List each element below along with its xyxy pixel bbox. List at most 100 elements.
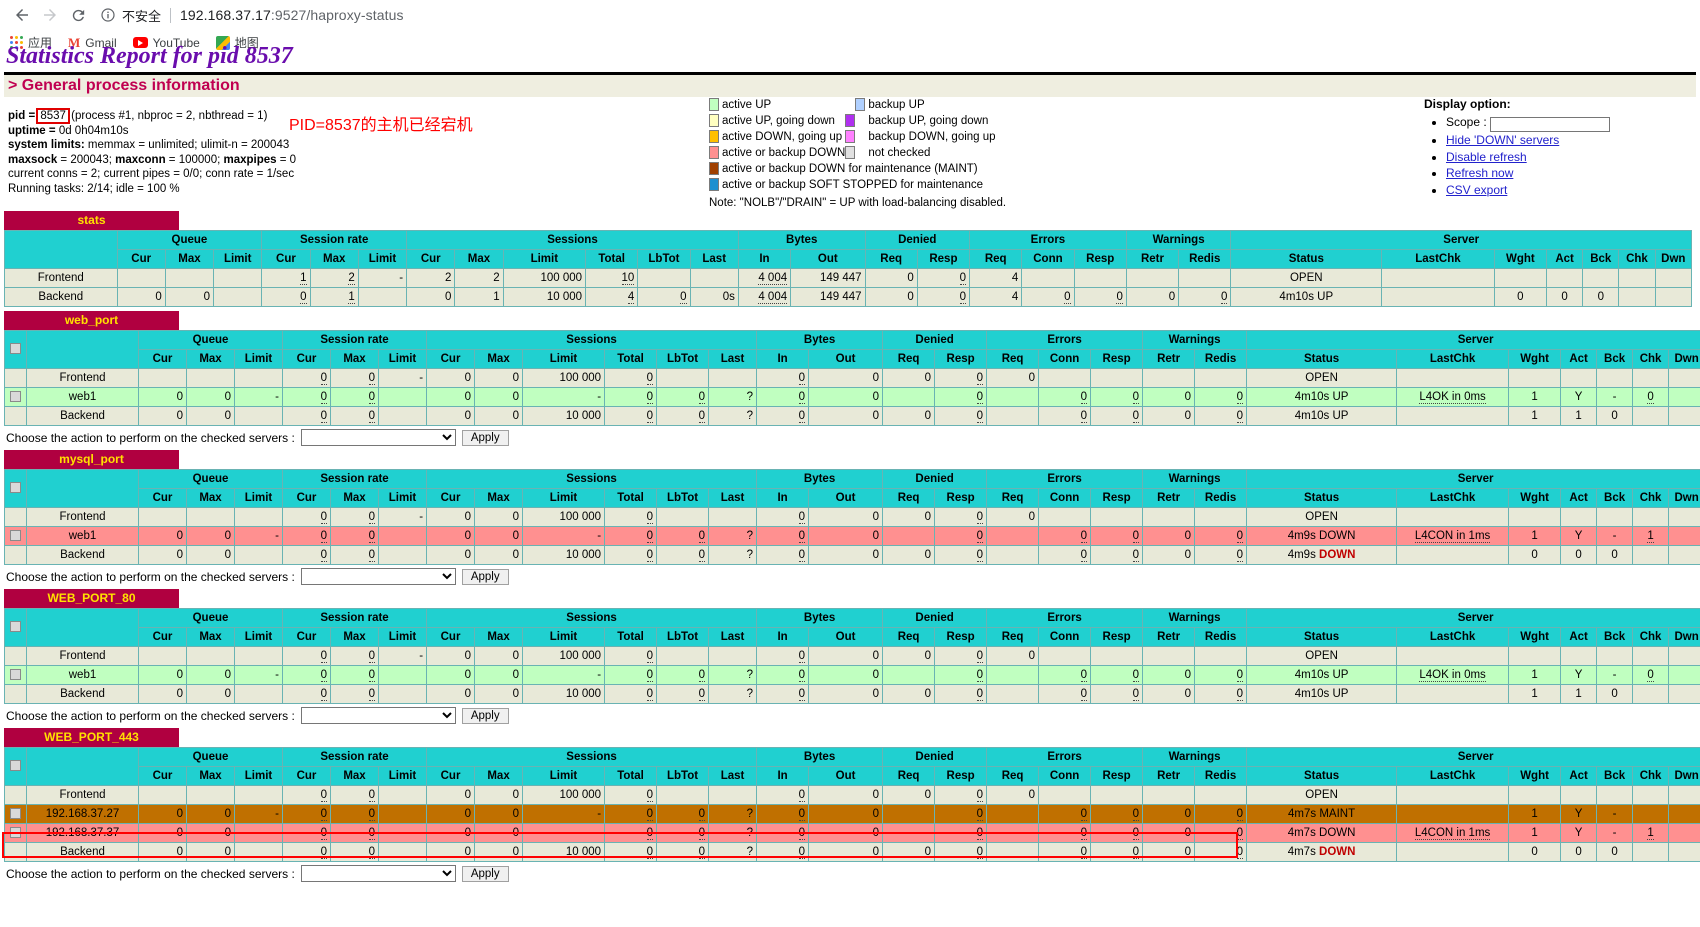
row-checkbox[interactable] — [10, 529, 21, 541]
legend-swatch — [845, 114, 856, 128]
cell-sr-cur: 0 — [282, 842, 331, 862]
system-limits-line: system limits: memmax = unlimited; ulimi… — [8, 138, 296, 153]
column-header-bck: Bck — [1596, 488, 1634, 508]
address-bar[interactable]: 不安全 192.168.37.17:9527/haproxy-status — [100, 1, 1692, 29]
cell-dwn — [1668, 526, 1700, 546]
column-group-denied: Denied — [882, 469, 988, 489]
column-header-lastchk: LastChk — [1381, 249, 1495, 269]
apply-button[interactable]: Apply — [461, 429, 509, 446]
maxpipes-value: = 0 — [276, 153, 297, 166]
maxconn-label: maxconn — [115, 153, 166, 166]
last-check-value: L4CON in 1ms — [1414, 827, 1491, 840]
cell-w-retr: 0 — [1142, 804, 1196, 824]
action-select[interactable] — [300, 429, 456, 446]
action-select[interactable] — [300, 707, 456, 724]
cell-q-cur: 0 — [138, 823, 187, 843]
back-arrow-icon[interactable] — [8, 1, 36, 29]
hide-down-servers-link[interactable]: Hide 'DOWN' servers — [1446, 133, 1559, 147]
column-header-resp: Resp — [934, 627, 988, 647]
stats-table: Queue Session rate Sessions Bytes Denied Erro… — [4, 230, 1693, 307]
cell-e-req: 0 — [986, 507, 1040, 527]
reload-icon[interactable] — [64, 1, 92, 29]
row-checkbox-cell[interactable] — [4, 665, 27, 685]
column-header-resp: Resp — [1090, 627, 1144, 647]
column-header-cur: Cur — [138, 627, 187, 647]
disable-refresh-link[interactable]: Disable refresh — [1446, 150, 1527, 164]
cell-e-req: 4 — [969, 287, 1023, 307]
hide-down-servers-item[interactable]: Hide 'DOWN' servers — [1446, 132, 1610, 149]
cell-s-max: 0 — [474, 684, 524, 704]
cell-value: 0 — [1132, 846, 1140, 859]
select-all-checkbox-cell[interactable] — [4, 608, 27, 647]
cell-w-retr: 0 — [1142, 526, 1196, 546]
info-circle-icon[interactable] — [100, 7, 116, 23]
column-header-resp: Resp — [916, 249, 971, 269]
scope-input[interactable] — [1490, 117, 1611, 132]
cell-act: Y — [1560, 387, 1598, 407]
cell-s-last — [708, 368, 758, 388]
row-checkbox-cell[interactable] — [4, 804, 27, 824]
column-header-resp: Resp — [1090, 766, 1144, 786]
select-all-checkbox[interactable] — [10, 760, 21, 771]
row-checkbox[interactable] — [10, 807, 21, 819]
select-all-checkbox-cell[interactable] — [4, 330, 27, 369]
column-header-bck: Bck — [1596, 766, 1634, 786]
cell-value: 0 — [1080, 410, 1088, 423]
column-header-limit: Limit — [234, 627, 283, 647]
forward-arrow-icon[interactable] — [36, 1, 64, 29]
row-label-header — [26, 469, 139, 508]
cell-sr-limit — [377, 684, 428, 704]
cell-sr-limit — [357, 287, 408, 307]
apply-button[interactable]: Apply — [461, 568, 509, 585]
action-select[interactable] — [300, 865, 456, 882]
pid-annotation-text: PID=8537的主机已经宕机 — [289, 117, 473, 134]
csv-export-item[interactable]: CSV export — [1446, 182, 1610, 199]
cell-bck: - — [1596, 526, 1634, 546]
cell-dwn — [1668, 842, 1700, 862]
cell-s-limit: 10 000 — [522, 545, 606, 565]
cell-s-cur: 0 — [426, 526, 476, 546]
cell-w-retr: 0 — [1142, 545, 1196, 565]
select-all-checkbox[interactable] — [10, 621, 21, 632]
row-checkbox[interactable] — [10, 826, 21, 838]
cell-s-total: 0 — [604, 387, 658, 407]
cell-value: 0 — [1080, 827, 1088, 840]
select-all-checkbox-cell[interactable] — [4, 469, 27, 508]
table-row: Frontend 0 0-0 0 100 000 0 0 0 0 0 0 OPEN — [4, 368, 1700, 388]
column-header-cur: Cur — [138, 488, 187, 508]
row-checkbox-cell[interactable] — [4, 526, 27, 546]
select-all-checkbox[interactable] — [10, 482, 21, 493]
row-checkbox[interactable] — [10, 668, 21, 680]
select-all-checkbox-cell[interactable] — [4, 747, 27, 786]
row-checkbox-cell[interactable] — [4, 387, 27, 407]
cell-d-resp: 0 — [934, 823, 988, 843]
cell-b-in: 0 — [756, 646, 810, 666]
cell-value: 0 — [798, 410, 806, 423]
running-tasks-line: Running tasks: 2/14; idle = 100 % — [8, 182, 180, 195]
cell-chk — [1632, 646, 1670, 666]
action-select[interactable] — [300, 568, 456, 585]
cell-value: 0 — [698, 827, 706, 840]
row-checkbox-cell — [4, 842, 27, 862]
cell-dwn — [1668, 545, 1700, 565]
scope-item: Scope : — [1446, 114, 1611, 132]
cell-b-out: 149 447 — [790, 268, 866, 288]
csv-export-link[interactable]: CSV export — [1446, 183, 1507, 197]
row-checkbox-cell[interactable] — [4, 823, 27, 843]
cell-chk: 0 — [1632, 387, 1670, 407]
refresh-now-item[interactable]: Refresh now — [1446, 165, 1610, 182]
apply-button[interactable]: Apply — [461, 707, 509, 724]
column-header-redis: Redis — [1178, 249, 1232, 269]
row-checkbox-cell — [4, 785, 27, 805]
row-name: web1 — [26, 526, 139, 546]
select-all-checkbox[interactable] — [10, 343, 21, 354]
cell-e-conn: 0 — [1021, 287, 1075, 307]
cell-s-lbtot: 0 — [656, 526, 710, 546]
apply-button[interactable]: Apply — [461, 865, 509, 882]
column-header-resp: Resp — [1073, 249, 1127, 269]
proxy-name-label: WEB_PORT_443 — [4, 728, 179, 747]
disable-refresh-item[interactable]: Disable refresh — [1446, 149, 1610, 166]
row-checkbox[interactable] — [10, 390, 21, 402]
refresh-now-link[interactable]: Refresh now — [1446, 166, 1513, 180]
column-group-errors: Errors — [986, 608, 1144, 628]
